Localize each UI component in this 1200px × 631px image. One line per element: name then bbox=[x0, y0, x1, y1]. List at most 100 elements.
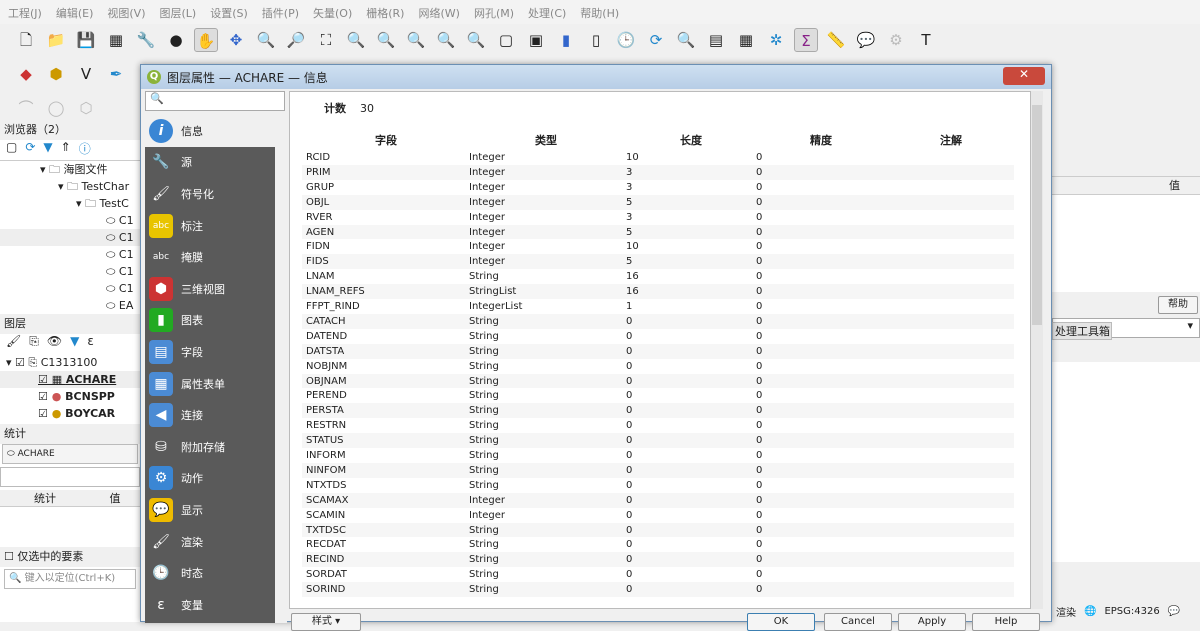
menu-item[interactable]: 帮助(H) bbox=[580, 5, 619, 21]
field-calculator-icon[interactable]: ▦ bbox=[734, 28, 758, 52]
add-selected-icon[interactable]: ▢ bbox=[6, 140, 17, 160]
messages-icon[interactable]: 💬 bbox=[1168, 606, 1180, 617]
menu-item[interactable]: 设置(S) bbox=[210, 5, 248, 21]
new-project-icon[interactable]: 🗋 bbox=[14, 28, 38, 52]
menu-item[interactable]: 工程(J) bbox=[8, 5, 42, 21]
refresh-icon[interactable]: ⟳ bbox=[25, 140, 35, 160]
show-bookmarks-icon[interactable]: ▯ bbox=[584, 28, 608, 52]
add-line-icon[interactable]: ⌒ bbox=[14, 96, 38, 120]
zoom-native-icon[interactable]: 🔍 bbox=[404, 28, 428, 52]
nav-item[interactable]: 💬 显示 bbox=[145, 494, 275, 526]
zoom-last-icon[interactable]: 🔍 bbox=[434, 28, 458, 52]
open-project-icon[interactable]: 📁 bbox=[44, 28, 68, 52]
nav-item[interactable]: 🔧 源 bbox=[145, 147, 275, 179]
browser-item[interactable]: ⬭ C1 bbox=[0, 246, 140, 263]
crs-button[interactable]: EPSG:4326 bbox=[1104, 606, 1159, 617]
menu-item[interactable]: 编辑(E) bbox=[56, 5, 94, 21]
nav-search-input[interactable]: 🔍 bbox=[145, 91, 285, 111]
menu-item[interactable]: 栅格(R) bbox=[366, 5, 404, 21]
menu-item[interactable]: 处理(C) bbox=[528, 5, 566, 21]
layer-item[interactable]: BOYCAR bbox=[65, 407, 115, 420]
menu-item[interactable]: 图层(L) bbox=[159, 5, 196, 21]
data-source-manager-icon[interactable]: ◆ bbox=[14, 62, 38, 86]
visibility-icon[interactable]: 👁 bbox=[47, 334, 62, 354]
browser-item[interactable]: ⬭ C1 bbox=[0, 280, 140, 297]
nav-item[interactable]: ⛁ 附加存储 bbox=[145, 431, 275, 463]
menu-item[interactable]: 视图(V) bbox=[107, 5, 145, 21]
digitize-icon[interactable]: V bbox=[74, 62, 98, 86]
nav-item[interactable]: abc 标注 bbox=[145, 210, 275, 242]
attribute-table-icon[interactable]: ▤ bbox=[704, 28, 728, 52]
locator-input[interactable]: 🔍 键入以定位(Ctrl+K) bbox=[4, 569, 136, 589]
stats-col-value[interactable]: 值 bbox=[90, 490, 140, 506]
measure-icon[interactable]: 📏 bbox=[824, 28, 848, 52]
apply-button[interactable]: Apply bbox=[898, 613, 966, 631]
nav-scrollbar[interactable] bbox=[275, 115, 287, 623]
zoom-full-icon[interactable]: ⛶ bbox=[314, 28, 338, 52]
style-icon[interactable]: 🖌 bbox=[6, 334, 21, 354]
browser-item[interactable]: ▾ 🗀 海图文件 bbox=[0, 161, 140, 178]
menu-item[interactable]: 网络(W) bbox=[418, 5, 459, 21]
help-button[interactable]: Help bbox=[972, 613, 1040, 631]
nav-item[interactable]: ▦ 属性表单 bbox=[145, 368, 275, 400]
cancel-button[interactable]: Cancel bbox=[824, 613, 892, 631]
nav-item[interactable]: abc 掩膜 bbox=[145, 241, 275, 273]
zoom-in-icon[interactable]: 🔍 bbox=[254, 28, 278, 52]
stats-col-stat[interactable]: 统计 bbox=[0, 490, 90, 506]
zoom-layer-icon[interactable]: 🔍 bbox=[374, 28, 398, 52]
nav-item[interactable]: ◀ 连接 bbox=[145, 399, 275, 431]
browser-tree[interactable]: ▾ 🗀 海图文件 ▾ 🗀 TestChar ▾ 🗀 TestC ⬭ C1 ⬭ C1 ⬭ C… bbox=[0, 160, 140, 310]
statistics-sigma-icon[interactable]: Σ bbox=[794, 28, 818, 52]
browser-item[interactable]: ⬭ C1 bbox=[0, 263, 140, 280]
ok-button[interactable]: OK bbox=[747, 613, 815, 631]
browser-item[interactable]: ⬭ C1 bbox=[0, 212, 140, 229]
zoom-out-icon[interactable]: 🔎 bbox=[284, 28, 308, 52]
new-layer-icon[interactable]: ⬢ bbox=[44, 62, 68, 86]
browser-item[interactable]: ⬭ C1 bbox=[0, 229, 140, 246]
stats-layer-select[interactable]: ⬭ ACHARE bbox=[2, 444, 138, 464]
close-button[interactable]: ✕ bbox=[1003, 67, 1045, 85]
text-annotation-icon[interactable]: T bbox=[914, 28, 938, 52]
style-menu-button[interactable]: 样式 ▾ bbox=[291, 613, 361, 631]
zoom-next-icon[interactable]: 🔍 bbox=[464, 28, 488, 52]
info-icon[interactable]: ⓘ bbox=[79, 140, 91, 160]
help-button[interactable]: 帮助 bbox=[1158, 296, 1198, 314]
save-project-icon[interactable]: 💾 bbox=[74, 28, 98, 52]
new-map-view-icon[interactable]: ▢ bbox=[494, 28, 518, 52]
nav-item[interactable]: ▮ 图表 bbox=[145, 305, 275, 337]
temporal-icon[interactable]: 🕒 bbox=[614, 28, 638, 52]
style-manager-icon[interactable]: ● bbox=[164, 28, 188, 52]
layer-item[interactable]: BCNSPP bbox=[65, 390, 115, 403]
collapse-icon[interactable]: ⇑ bbox=[61, 140, 71, 160]
browser-item[interactable]: ▾ 🗀 TestChar bbox=[0, 178, 140, 195]
stats-field-input[interactable] bbox=[0, 467, 140, 487]
identify-icon[interactable]: 🔍 bbox=[674, 28, 698, 52]
expression-icon[interactable]: ε bbox=[87, 334, 94, 354]
menu-item[interactable]: 网孔(M) bbox=[474, 5, 514, 21]
pan-icon[interactable]: ✋ bbox=[194, 28, 218, 52]
filter-icon[interactable]: ▼ bbox=[43, 140, 52, 160]
processing-icon[interactable]: ✲ bbox=[764, 28, 788, 52]
add-group-icon[interactable]: ⎘ bbox=[29, 334, 39, 354]
layer-item[interactable]: ACHARE bbox=[66, 373, 116, 386]
nav-item[interactable]: 🖌 符号化 bbox=[145, 178, 275, 210]
nav-item[interactable]: 🖌 渲染 bbox=[145, 526, 275, 558]
nav-item[interactable]: ⚙ 动作 bbox=[145, 463, 275, 495]
refresh-icon[interactable]: ⟳ bbox=[644, 28, 668, 52]
add-circle-icon[interactable]: ◯ bbox=[44, 96, 68, 120]
map-tips-icon[interactable]: 💬 bbox=[854, 28, 878, 52]
menu-item[interactable]: 矢量(O) bbox=[313, 5, 352, 21]
menu-item[interactable]: 插件(P) bbox=[262, 5, 299, 21]
new-layout-icon[interactable]: ▦ bbox=[104, 28, 128, 52]
nav-item[interactable]: ⬢ 三维视图 bbox=[145, 273, 275, 305]
filter-icon[interactable]: ▼ bbox=[70, 334, 79, 354]
zoom-selection-icon[interactable]: 🔍 bbox=[344, 28, 368, 52]
nav-item[interactable]: ▤ 字段 bbox=[145, 336, 275, 368]
layers-tree[interactable]: ▾ ☑ ⎘ C1313100 ☑ ▦ ACHARE ☑ ● BCNSPP ☑ ●… bbox=[0, 354, 140, 424]
nav-item[interactable]: ε 变量 bbox=[145, 589, 275, 621]
pan-to-selection-icon[interactable]: ✥ bbox=[224, 28, 248, 52]
selected-only-checkbox[interactable]: 仅选中的要素 bbox=[17, 550, 83, 563]
layer-group[interactable]: C1313100 bbox=[41, 356, 98, 369]
new-3d-view-icon[interactable]: ▣ bbox=[524, 28, 548, 52]
value-column-header[interactable]: 值 bbox=[1052, 177, 1200, 195]
